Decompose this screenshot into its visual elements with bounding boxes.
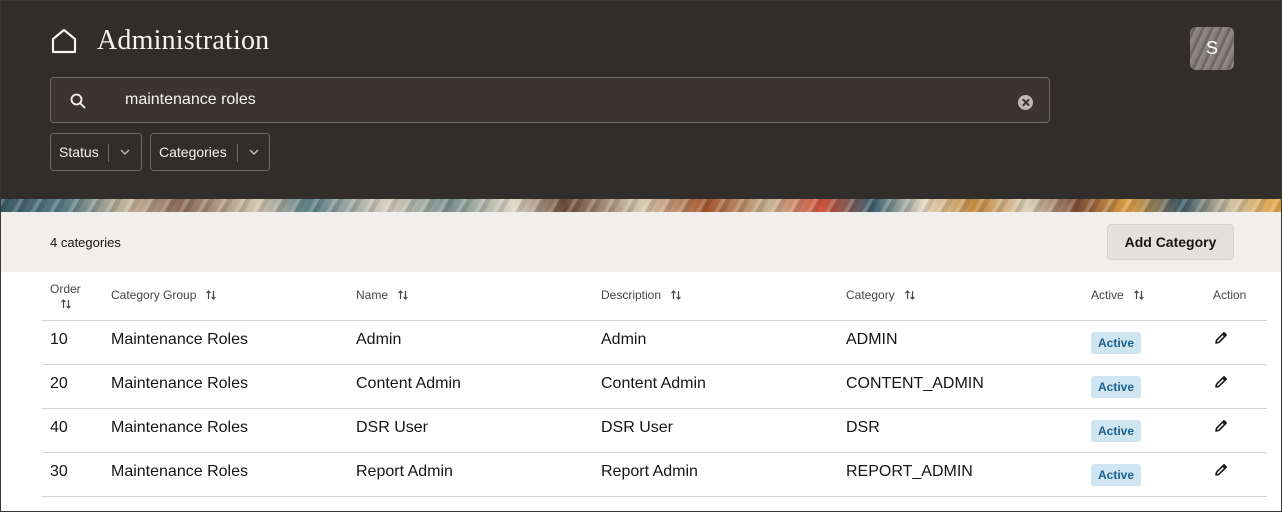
chevron-down-icon — [249, 149, 259, 156]
status-badge: Active — [1091, 464, 1142, 486]
cell-name: DSR User — [356, 419, 429, 436]
decorative-banner — [1, 199, 1281, 212]
cell-category-group: Maintenance Roles — [111, 463, 248, 480]
status-filter[interactable]: Status — [50, 133, 142, 171]
column-header-active[interactable]: Active — [1091, 288, 1145, 302]
cell-description: Admin — [601, 331, 647, 348]
sort-icon[interactable] — [397, 289, 409, 301]
filter-divider — [108, 144, 109, 162]
category-count: 4 categories — [50, 235, 121, 250]
cell-description: Report Admin — [601, 463, 698, 480]
cell-category-group: Maintenance Roles — [111, 375, 248, 392]
sort-icon[interactable] — [60, 298, 72, 310]
column-header-description[interactable]: Description — [601, 288, 682, 302]
sort-icon[interactable] — [1133, 289, 1145, 301]
app-frame: Administration S Status Categories — [0, 0, 1282, 512]
search-box — [50, 77, 1050, 123]
table-row: 10 Maintenance Roles Admin Admin ADMIN A… — [42, 321, 1267, 365]
column-header-label: Description — [601, 288, 662, 302]
table-header: Order Category Group Name Description Ca… — [42, 272, 1267, 321]
edit-pencil-icon[interactable] — [1213, 374, 1229, 390]
column-header-label: Order — [50, 282, 81, 296]
cell-category-group: Maintenance Roles — [111, 331, 248, 348]
cell-description: Content Admin — [601, 375, 706, 392]
status-filter-label: Status — [59, 144, 99, 160]
search-icon — [70, 93, 86, 109]
user-avatar[interactable]: S — [1190, 27, 1234, 70]
filter-divider — [237, 144, 238, 162]
status-badge: Active — [1091, 420, 1142, 442]
column-header-label: Name — [356, 288, 389, 302]
cell-order: 20 — [50, 375, 68, 392]
table-row: 40 Maintenance Roles DSR User DSR User D… — [42, 409, 1267, 453]
column-header-label: Action — [1213, 288, 1247, 302]
page-header: Administration S Status Categories — [1, 1, 1281, 212]
cell-category: ADMIN — [846, 331, 898, 348]
categories-filter[interactable]: Categories — [150, 133, 270, 171]
avatar-initial: S — [1205, 38, 1218, 58]
column-header-label: Category Group — [111, 288, 197, 302]
page-title: Administration — [97, 25, 270, 56]
search-input[interactable] — [125, 78, 985, 122]
cell-category-group: Maintenance Roles — [111, 419, 248, 436]
column-header-category-group[interactable]: Category Group — [111, 288, 217, 302]
cell-order: 30 — [50, 463, 68, 480]
table-row: 30 Maintenance Roles Report Admin Report… — [42, 453, 1267, 497]
column-header-label: Category — [846, 288, 895, 302]
column-header-order[interactable]: Order — [50, 282, 81, 310]
cell-category: CONTENT_ADMIN — [846, 375, 984, 392]
column-header-action: Action — [1213, 288, 1246, 302]
cell-category: DSR — [846, 419, 880, 436]
table-row: 20 Maintenance Roles Content Admin Conte… — [42, 365, 1267, 409]
categories-filter-label: Categories — [159, 144, 227, 160]
status-badge: Active — [1091, 376, 1142, 398]
chevron-down-icon — [120, 149, 130, 156]
clear-search-icon[interactable] — [1018, 95, 1033, 110]
sort-icon[interactable] — [205, 289, 217, 301]
cell-name: Content Admin — [356, 375, 461, 392]
sort-icon[interactable] — [670, 289, 682, 301]
edit-pencil-icon[interactable] — [1213, 418, 1229, 434]
edit-pencil-icon[interactable] — [1213, 462, 1229, 478]
edit-pencil-icon[interactable] — [1213, 330, 1229, 346]
sort-icon[interactable] — [904, 289, 916, 301]
add-category-button[interactable]: Add Category — [1107, 224, 1234, 260]
table-toolbar: 4 categories — [1, 212, 1281, 272]
cell-order: 40 — [50, 419, 68, 436]
cell-category: REPORT_ADMIN — [846, 463, 973, 480]
column-header-label: Active — [1091, 288, 1124, 302]
status-badge: Active — [1091, 332, 1142, 354]
column-header-category[interactable]: Category — [846, 288, 916, 302]
cell-order: 10 — [50, 331, 68, 348]
cell-description: DSR User — [601, 419, 674, 436]
home-icon[interactable] — [50, 27, 78, 55]
cell-name: Admin — [356, 331, 402, 348]
column-header-name[interactable]: Name — [356, 288, 409, 302]
cell-name: Report Admin — [356, 463, 453, 480]
